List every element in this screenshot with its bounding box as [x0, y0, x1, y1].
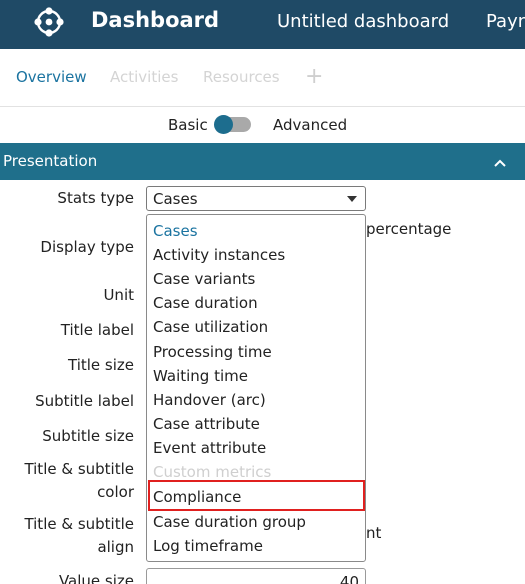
tab-overview[interactable]: Overview: [16, 68, 87, 86]
option-log-timeframe[interactable]: Log timeframe: [153, 537, 263, 555]
subtitle-label-label: Subtitle label: [35, 392, 134, 410]
title-label-label: Title label: [60, 321, 134, 339]
display-type-label: Display type: [40, 238, 134, 256]
option-custom-metrics: Custom metrics: [153, 463, 272, 481]
option-event-attribute[interactable]: Event attribute: [153, 439, 266, 457]
value-size-input[interactable]: 40: [146, 568, 366, 584]
mode-basic-label: Basic: [168, 116, 208, 134]
option-processing-time[interactable]: Processing time: [153, 343, 272, 361]
option-case-utilization[interactable]: Case utilization: [153, 318, 268, 336]
option-case-variants[interactable]: Case variants: [153, 270, 255, 288]
top-bar: Dashboard Untitled dashboard Payn: [0, 0, 525, 49]
title-subtitle-color-label: Title & subtitle color: [24, 460, 134, 501]
align-option-partial[interactable]: nt: [366, 524, 381, 542]
caret-down-icon: [347, 196, 357, 202]
stats-type-select[interactable]: Cases: [146, 186, 366, 211]
option-activity-instances[interactable]: Activity instances: [153, 246, 285, 264]
app-title[interactable]: Dashboard: [91, 8, 219, 32]
tab-activities[interactable]: Activities: [110, 68, 178, 86]
unit-label: Unit: [103, 286, 134, 304]
stats-type-value: Cases: [153, 190, 198, 208]
option-handover-arc[interactable]: Handover (arc): [153, 391, 266, 409]
title-subtitle-align-label: Title & subtitle align: [24, 515, 134, 556]
tab-bar: Overview Activities Resources +: [0, 49, 525, 107]
subtitle-size-label: Subtitle size: [42, 427, 134, 445]
add-tab-icon[interactable]: +: [305, 64, 323, 89]
display-type-option-percentage[interactable]: percentage: [366, 220, 451, 238]
chevron-up-icon[interactable]: [493, 156, 507, 170]
title-size-label: Title size: [68, 356, 134, 374]
presentation-section-header[interactable]: Presentation: [0, 143, 525, 180]
option-cases[interactable]: Cases: [153, 222, 198, 240]
mode-advanced-label: Advanced: [273, 116, 348, 134]
option-waiting-time[interactable]: Waiting time: [153, 367, 248, 385]
value-size-value: 40: [339, 573, 359, 584]
option-case-duration-group[interactable]: Case duration group: [153, 513, 306, 531]
stats-type-label: Stats type: [57, 189, 134, 207]
dashboard-name[interactable]: Untitled dashboard: [277, 11, 449, 32]
compliance-highlight: [148, 480, 365, 511]
next-dashboard-tab[interactable]: Payn: [486, 11, 525, 32]
value-size-label: Value size: [58, 572, 134, 584]
option-case-duration[interactable]: Case duration: [153, 294, 258, 312]
mode-toggle-knob: [214, 115, 233, 134]
section-title: Presentation: [3, 152, 98, 170]
option-case-attribute[interactable]: Case attribute: [153, 415, 260, 433]
mode-toggle[interactable]: [214, 115, 251, 134]
logo-icon[interactable]: [33, 6, 65, 38]
tab-resources[interactable]: Resources: [203, 68, 280, 86]
